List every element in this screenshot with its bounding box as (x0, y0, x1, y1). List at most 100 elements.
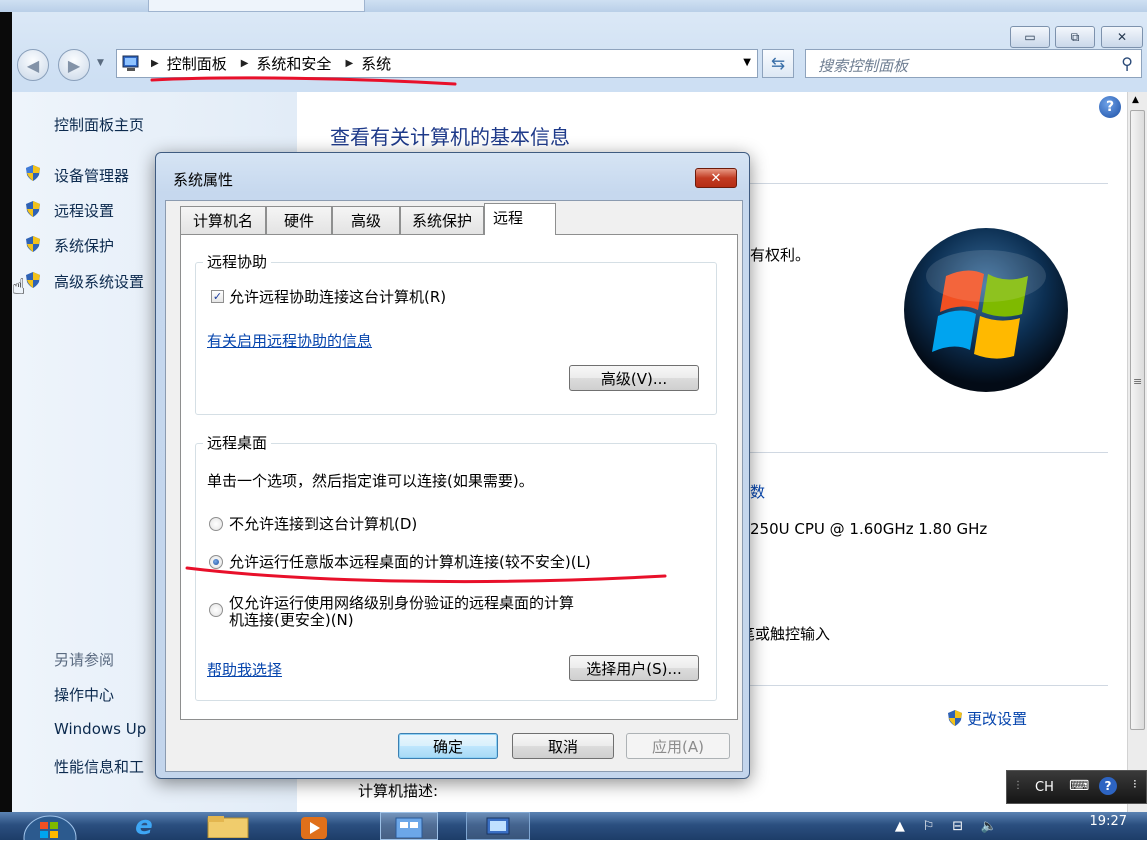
desktop-edge (0, 12, 12, 812)
select-users-button[interactable]: 选择用户(S)... (569, 655, 699, 681)
action-center-flag-icon[interactable]: ⚐ (923, 819, 935, 834)
see-also-performance[interactable]: 性能信息和工 (54, 756, 144, 777)
system-properties-dialog: 系统属性 ✕ 计算机名 硬件 高级 系统保护 远程 远程协助 ✓ 允许远程协助连… (155, 152, 750, 779)
allow-remote-assistance-label[interactable]: 允许远程协助连接这台计算机(R) (229, 286, 446, 307)
apply-button[interactable]: 应用(A) (626, 733, 730, 759)
tab-system-protection[interactable]: 系统保护 (400, 206, 484, 234)
remote-tab-panel: 远程协助 ✓ 允许远程协助连接这台计算机(R) 有关启用远程协助的信息 高级(V… (180, 234, 738, 720)
control-panel-home-link[interactable]: 控制面板主页 (54, 114, 144, 135)
tab-remote[interactable]: 远程 (484, 203, 556, 235)
divider (750, 452, 1108, 453)
volume-icon[interactable]: 🔈 (981, 819, 997, 834)
allow-remote-assistance-checkbox[interactable]: ✓ (211, 290, 224, 303)
breadcrumb-arrow-icon: ▶ (345, 58, 354, 69)
red-annotation-underline (185, 566, 667, 584)
taskbar-control-panel[interactable] (380, 812, 438, 840)
background-window-strip (0, 0, 1147, 12)
dialog-title: 系统属性 (173, 171, 234, 189)
taskbar-media-player[interactable] (290, 812, 338, 840)
see-also-heading: 另请参阅 (54, 651, 115, 669)
sidebar-item-advanced-settings[interactable]: 高级系统设置 (54, 271, 144, 292)
page-title: 查看有关计算机的基本信息 (330, 125, 570, 149)
sidebar-item-system-protection[interactable]: 系统保护 (54, 235, 114, 256)
input-language-indicator[interactable]: CH (1035, 780, 1054, 795)
refresh-button[interactable]: ⇆ (762, 49, 794, 78)
taskbar-explorer[interactable] (204, 812, 252, 840)
computer-description-label: 计算机描述: (358, 782, 439, 800)
remote-desktop-label: 远程桌面 (203, 432, 272, 453)
see-also-windows-update[interactable]: Windows Up (54, 720, 146, 738)
breadcrumb-arrow-icon: ▶ (240, 58, 249, 69)
dialog-body: 计算机名 硬件 高级 系统保护 远程 远程协助 ✓ 允许远程协助连接这台计算机(… (165, 200, 743, 772)
copyright-fragment: 有权利。 (750, 246, 811, 264)
ok-button[interactable]: 确定 (398, 733, 498, 759)
help-me-choose-link[interactable]: 帮助我选择 (207, 659, 282, 680)
remote-assistance-info-link[interactable]: 有关启用远程协助的信息 (207, 330, 372, 351)
search-icon[interactable]: ⚲ (1121, 54, 1133, 73)
radio-allow-nla-only[interactable] (209, 603, 223, 617)
tab-advanced[interactable]: 高级 (332, 206, 400, 234)
back-arrow-icon: ◀ (26, 55, 40, 75)
system-computer-icon (486, 817, 510, 835)
allow-nla-only-label[interactable]: 仅允许运行使用网络级别身份验证的远程桌面的计算 机连接(更安全)(N) (229, 595, 574, 629)
rating-fragment[interactable]: 数 (750, 481, 765, 502)
breadcrumb-system[interactable]: ▶ 系统 (335, 53, 391, 74)
pen-touch-value: 笔或触控输入 (740, 625, 831, 643)
control-panel-icon (395, 817, 423, 838)
background-tab[interactable] (148, 0, 365, 12)
dialog-close-button[interactable]: ✕ (695, 168, 737, 188)
tab-computer-name[interactable]: 计算机名 (180, 206, 266, 234)
forward-arrow-icon: ▶ (67, 55, 81, 75)
sidebar-item-remote-settings[interactable]: 远程设置 (54, 200, 114, 221)
computer-icon (122, 55, 139, 71)
forward-button[interactable]: ▶ (58, 49, 90, 81)
disallow-connections-label[interactable]: 不允许连接到这台计算机(D) (229, 513, 417, 534)
options-icon[interactable]: ⁝ (1133, 777, 1137, 791)
language-bar[interactable]: ⋮ CH ⌨ ? ⁝ (1006, 770, 1147, 804)
taskbar-ie[interactable]: e (120, 811, 168, 841)
remote-desktop-instruction: 单击一个选项，然后指定谁可以连接(如果需要)。 (207, 472, 534, 490)
recent-pages-dropdown-icon[interactable]: ▼ (97, 58, 104, 68)
windows-logo-icon (904, 228, 1068, 392)
back-button[interactable]: ◀ (17, 49, 49, 81)
address-dropdown-icon[interactable]: ▼ (743, 57, 751, 68)
shield-icon (26, 165, 40, 181)
tab-hardware[interactable]: 硬件 (266, 206, 332, 234)
see-also-action-center[interactable]: 操作中心 (54, 684, 114, 705)
network-icon[interactable]: ⊟ (952, 819, 963, 834)
shield-icon (26, 201, 40, 217)
divider (750, 685, 1108, 686)
scroll-thumb[interactable] (1130, 110, 1145, 730)
clock[interactable]: 19:27 (1090, 814, 1127, 829)
hand-cursor-icon: ☝ (12, 275, 26, 300)
red-annotation-underline (150, 76, 457, 86)
help-icon[interactable]: ? (1099, 777, 1117, 795)
shield-icon (26, 236, 40, 252)
advanced-button[interactable]: 高级(V)... (569, 365, 699, 391)
cancel-button[interactable]: 取消 (512, 733, 614, 759)
vertical-scrollbar[interactable]: ▲ ≡ (1127, 92, 1147, 812)
shield-icon (948, 710, 962, 726)
show-hidden-icons-icon[interactable]: ▲ (895, 819, 905, 834)
notification-area: ▲ ⚐ ⊟ 🔈 (886, 812, 1006, 840)
folder-icon (207, 816, 249, 838)
restore-button[interactable]: ⧉ (1055, 26, 1095, 48)
sidebar-item-device-manager[interactable]: 设备管理器 (54, 165, 129, 186)
taskbar-system-properties[interactable] (466, 812, 530, 840)
minimize-button[interactable]: ▭ (1010, 26, 1050, 48)
breadcrumb-control-panel[interactable]: ▶ 控制面板 (141, 53, 227, 74)
start-button[interactable] (20, 812, 80, 840)
change-settings-link[interactable]: 更改设置 (967, 708, 1027, 729)
help-icon[interactable]: ? (1099, 96, 1121, 118)
keyboard-icon[interactable]: ⌨ (1069, 778, 1089, 794)
search-input[interactable]: 搜索控制面板 ⚲ (805, 49, 1142, 78)
grip-icon: ≡ (1133, 375, 1143, 388)
window-close-button[interactable]: ✕ (1101, 26, 1143, 48)
grip-icon: ⋮ (1013, 780, 1023, 791)
radio-disallow-connections[interactable] (209, 517, 223, 531)
scroll-up-icon[interactable]: ▲ (1132, 95, 1139, 105)
processor-value: 250U CPU @ 1.60GHz 1.80 GHz (750, 520, 988, 538)
breadcrumb-system-security[interactable]: ▶ 系统和安全 (231, 53, 332, 74)
windows-start-icon (23, 815, 77, 840)
refresh-icon: ⇆ (770, 53, 786, 74)
